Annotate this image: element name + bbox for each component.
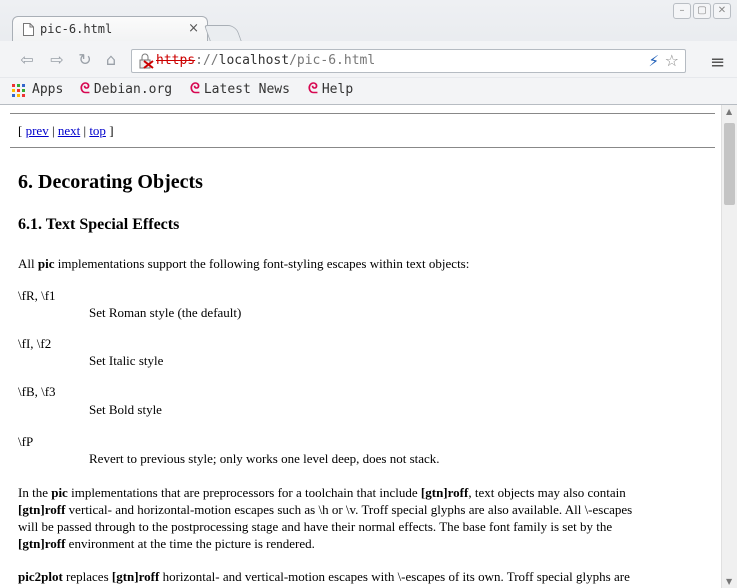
def-term: \fI, \f2 <box>18 336 52 351</box>
top-link[interactable]: top <box>89 123 106 138</box>
vertical-scrollbar[interactable]: ▲ ▼ <box>721 105 737 588</box>
top-rule <box>10 113 715 114</box>
section-heading: 6. Decorating Objects <box>18 171 203 193</box>
broken-lock-icon <box>139 53 154 69</box>
def-desc: Set Roman style (the default) <box>89 305 242 320</box>
subsection-heading: 6.1. Text Special Effects <box>18 216 180 233</box>
url-text: https://localhost/pic-6.html <box>156 53 376 68</box>
def-term: \fP <box>18 434 34 449</box>
bookmark-help[interactable]: ᘓ Help <box>308 81 353 97</box>
motion-escapes-paragraph: In the pic implementations that are prep… <box>18 485 633 551</box>
back-icon[interactable]: ⇦ <box>17 50 37 70</box>
bookmark-latest-news[interactable]: ᘓ Latest News <box>190 81 290 97</box>
scrollbar-thumb[interactable] <box>724 123 735 205</box>
tab-close-icon[interactable]: × <box>188 21 199 36</box>
bookmark-apps[interactable]: Apps <box>32 82 63 97</box>
intro-paragraph: All pic implementations support the foll… <box>18 256 470 271</box>
prev-link[interactable]: prev <box>26 123 49 138</box>
bolt-icon[interactable]: ⚡ <box>648 52 659 70</box>
menu-icon[interactable]: ≡ <box>710 52 725 73</box>
apps-grid-icon <box>12 84 26 98</box>
nav-rule <box>10 147 715 148</box>
def-desc: Set Italic style <box>89 353 164 368</box>
doc-nav: [ prev | next | top ] <box>18 123 114 138</box>
next-link[interactable]: next <box>58 123 80 138</box>
def-desc: Revert to previous style; only works one… <box>89 451 440 466</box>
page-content: [ prev | next | top ] 6. Decorating Obje… <box>0 105 720 588</box>
debian-swirl-icon: ᘓ <box>190 81 200 97</box>
debian-swirl-icon: ᘓ <box>308 81 318 97</box>
close-window-icon[interactable]: ✕ <box>713 3 731 19</box>
forward-icon[interactable]: ⇨ <box>47 50 67 70</box>
bookmark-debian[interactable]: ᘓ Debian.org <box>80 81 172 97</box>
tab-pic-6[interactable]: pic-6.html × <box>12 16 208 41</box>
def-term: \fR, \f1 <box>18 288 56 303</box>
browser-chrome: pic-6.html × – ▢ ✕ ⇦ ⇨ ↻ ⌂ https://local… <box>0 0 737 105</box>
window-controls: – ▢ ✕ <box>673 3 731 19</box>
maximize-icon[interactable]: ▢ <box>693 3 711 19</box>
home-icon[interactable]: ⌂ <box>101 50 121 70</box>
new-tab-button[interactable] <box>203 25 243 42</box>
minimize-icon[interactable]: – <box>673 3 691 19</box>
tab-title: pic-6.html <box>40 22 113 36</box>
scroll-down-icon[interactable]: ▼ <box>726 577 732 586</box>
page-icon <box>23 23 34 36</box>
address-bar[interactable]: https://localhost/pic-6.html ⚡ ☆ <box>131 49 686 73</box>
bookmark-star-icon[interactable]: ☆ <box>665 51 679 70</box>
def-term: \fB, \f3 <box>18 384 56 399</box>
debian-swirl-icon: ᘓ <box>80 81 90 97</box>
scroll-up-icon[interactable]: ▲ <box>726 107 732 116</box>
reload-icon[interactable]: ↻ <box>75 50 95 70</box>
pic2plot-paragraph: pic2plot replaces [gtn]roff horizontal- … <box>18 569 630 584</box>
def-desc: Set Bold style <box>89 402 162 417</box>
